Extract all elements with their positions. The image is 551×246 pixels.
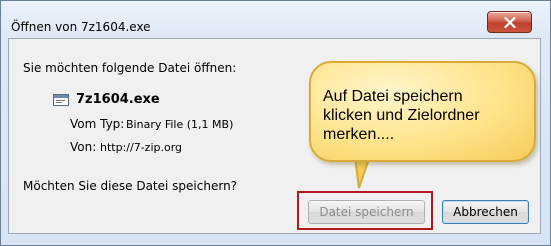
close-icon (504, 17, 516, 28)
type-value: Binary File (1,1 MB) (126, 118, 234, 131)
type-label: Vom Typ: (70, 117, 125, 131)
file-name: 7z1604.exe (76, 92, 160, 107)
callout-text: Auf Datei speichern klicken und Zielordn… (323, 88, 480, 143)
cancel-button[interactable]: Abbrechen (442, 200, 529, 224)
source-label: Von: (70, 140, 97, 154)
source-value: http://7-zip.org (100, 141, 183, 154)
window-title: Öffnen von 7z1604.exe (11, 20, 151, 34)
save-file-button[interactable]: Datei speichern (308, 200, 425, 224)
save-question: Möchten Sie diese Datei speichern? (23, 179, 238, 193)
executable-file-icon (53, 94, 69, 106)
screen: Öffnen von 7z1604.exe Sie möchten folgen… (0, 0, 551, 246)
open-prompt: Sie möchten folgende Datei öffnen: (23, 61, 237, 75)
close-button[interactable] (487, 11, 532, 33)
title-bar[interactable]: Öffnen von 7z1604.exe (1, 1, 550, 35)
